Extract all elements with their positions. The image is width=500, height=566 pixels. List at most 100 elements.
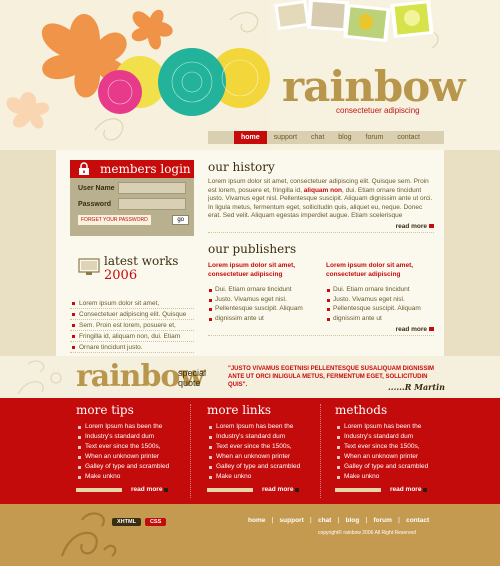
list-item[interactable]: Galley of type and scrambled <box>76 462 188 472</box>
publisher-list: Dui. Etiam ornare tincidunt Justo. Vivam… <box>208 285 316 323</box>
read-more-link[interactable]: read more <box>76 486 188 493</box>
password-row: Password <box>70 194 194 210</box>
list-item[interactable]: Make unkno <box>335 472 447 482</box>
column-title: methods <box>335 403 388 417</box>
nav-support[interactable]: support <box>267 131 304 144</box>
copyright: copyright© rainbow 2006 All Right Reserv… <box>318 530 416 536</box>
list-item[interactable]: Sem. Proin est lorem, posuere et, <box>70 320 194 331</box>
list-item[interactable]: Lorem Ipsum has been the <box>76 422 188 432</box>
footer-nav-support[interactable]: support <box>280 517 304 524</box>
publishers-columns: Lorem ipsum dolor sit amet, consectetuer… <box>208 262 434 324</box>
arrow-icon <box>423 487 428 492</box>
publisher-list: Dui. Etiam ornare tincidunt Justo. Vivam… <box>326 285 434 323</box>
list-item[interactable]: Dui. Etiam ornare tincidunt <box>326 285 434 295</box>
list-item[interactable]: Industry's standard dum <box>76 432 188 442</box>
password-label: Password <box>78 200 112 208</box>
list-item[interactable]: dignissim ante ut <box>326 314 434 324</box>
read-more-link[interactable]: read more <box>207 486 319 493</box>
list-item[interactable]: Industry's standard dum <box>335 432 447 442</box>
nav-separator: | <box>397 516 401 524</box>
read-more-label: read more <box>390 486 422 493</box>
monitor-icon <box>78 258 100 275</box>
footer-nav: home | support | chat | blog | forum | contac… <box>248 516 429 524</box>
nav-contact[interactable]: contact <box>390 131 427 144</box>
footer-nav-home[interactable]: home <box>248 517 265 524</box>
list-item[interactable]: Ornare tincidunt justo. <box>70 342 194 353</box>
column-list: Lorem Ipsum has been the Industry's stan… <box>207 422 319 482</box>
header: rainbow consectetuer adipiscing <box>0 0 500 150</box>
list-item[interactable]: Industry's standard dum <box>207 432 319 442</box>
history-text: Lorem ipsum dolor sit amet, consectetuer… <box>208 178 434 221</box>
main-nav: home support chat blog forum contact <box>208 131 444 144</box>
footer-nav-chat[interactable]: chat <box>318 517 331 524</box>
list-item[interactable]: Consectetuer adipiscing elit. Quisque <box>70 309 194 320</box>
history-highlight: aliquam non <box>303 186 343 194</box>
list-item[interactable]: Text ever since the 1500s, <box>335 442 447 452</box>
quote-label: special quote <box>178 368 206 388</box>
quote-label-line1: special <box>178 368 207 378</box>
read-more-label: read more <box>395 325 427 333</box>
nav-chat[interactable]: chat <box>304 131 331 144</box>
password-input[interactable] <box>118 198 186 210</box>
column-title: more tips <box>76 403 134 417</box>
list-item[interactable]: When an unknown printer <box>335 452 447 462</box>
list-item[interactable]: Make unkno <box>207 472 319 482</box>
latest-works-year: 2006 <box>104 268 138 283</box>
username-label: User Name <box>78 184 115 192</box>
left-column: members login User Name Password FORGET … <box>70 160 194 353</box>
swirl-ornament-icon <box>60 512 117 557</box>
list-item[interactable]: Fringilla id, aliquam non, dui. Etiam <box>70 331 194 342</box>
column-list: Lorem Ipsum has been the Industry's stan… <box>76 422 188 482</box>
list-item[interactable]: When an unknown printer <box>76 452 188 462</box>
right-column: our history Lorem ipsum dolor sit amet, … <box>208 160 434 336</box>
list-item[interactable]: Justo. Vivamus eget nisl. <box>208 295 316 305</box>
publishers-read-more[interactable]: read more <box>208 326 434 336</box>
more-links-column: more links Lorem Ipsum has been the Indu… <box>207 403 319 493</box>
footer-nav-blog[interactable]: blog <box>346 517 360 524</box>
list-item[interactable]: Lorem Ipsum has been the <box>207 422 319 432</box>
forgot-password-link[interactable]: FORGET YOUR PASSWORD <box>78 215 151 225</box>
username-input[interactable] <box>118 182 186 194</box>
history-read-more[interactable]: read more <box>208 223 434 233</box>
nav-home[interactable]: home <box>234 131 267 144</box>
list-item[interactable]: Dui. Etiam ornare tincidunt <box>208 285 316 295</box>
quote-label-line2: quote <box>178 378 201 388</box>
list-item[interactable]: Pellentesque suscipit. Aliquam <box>326 304 434 314</box>
list-item[interactable]: Make unkno <box>76 472 188 482</box>
list-item[interactable]: Lorem Ipsum has been the <box>335 422 447 432</box>
list-item[interactable]: Justo. Vivamus eget nisl. <box>326 295 434 305</box>
page: rainbow consectetuer adipiscing home sup… <box>0 0 500 566</box>
footer-nav-forum[interactable]: forum <box>373 517 391 524</box>
divider-bar <box>76 487 122 492</box>
go-button[interactable]: go <box>172 215 189 225</box>
nav-separator: | <box>337 516 340 524</box>
footer-nav-contact[interactable]: contact <box>406 517 429 524</box>
latest-works-list: Lorem ipsum dolor sit amet, Consectetuer… <box>70 298 194 353</box>
list-item[interactable]: dignissim ante ut <box>208 314 316 324</box>
lock-icon <box>79 162 89 175</box>
nav-blog[interactable]: blog <box>331 131 358 144</box>
publisher-subtitle: Lorem ipsum dolor sit amet, consectetuer… <box>208 261 296 278</box>
read-more-link[interactable]: read more <box>335 486 447 493</box>
latest-works-title: latest works <box>104 254 179 268</box>
brand-tagline: consectetuer adipiscing <box>336 106 420 115</box>
nav-forum[interactable]: forum <box>359 131 391 144</box>
flower-ornament-icon <box>17 360 62 395</box>
list-item[interactable]: Galley of type and scrambled <box>335 462 447 472</box>
nav-separator: | <box>271 516 274 524</box>
read-more-label: read more <box>131 486 163 493</box>
list-item[interactable]: Galley of type and scrambled <box>207 462 319 472</box>
arrow-icon <box>429 326 434 331</box>
list-item[interactable]: Pellentesque suscipit. Aliquam <box>208 304 316 314</box>
publisher-subtitle: Lorem ipsum dolor sit amet, consectetuer… <box>326 261 414 278</box>
list-item[interactable]: Text ever since the 1500s, <box>76 442 188 452</box>
main-content: members login User Name Password FORGET … <box>56 150 444 356</box>
arrow-icon <box>164 487 169 492</box>
xhtml-badge[interactable]: XHTML <box>112 518 141 526</box>
list-item[interactable]: When an unknown printer <box>207 452 319 462</box>
css-badge[interactable]: CSS <box>144 518 167 526</box>
list-item[interactable]: Text ever since the 1500s, <box>207 442 319 452</box>
list-item[interactable]: Lorem ipsum dolor sit amet, <box>70 298 194 309</box>
arrow-icon <box>295 487 300 492</box>
quote-band: rainbow special quote "JUSTO VIVAMUS EGE… <box>0 356 500 398</box>
